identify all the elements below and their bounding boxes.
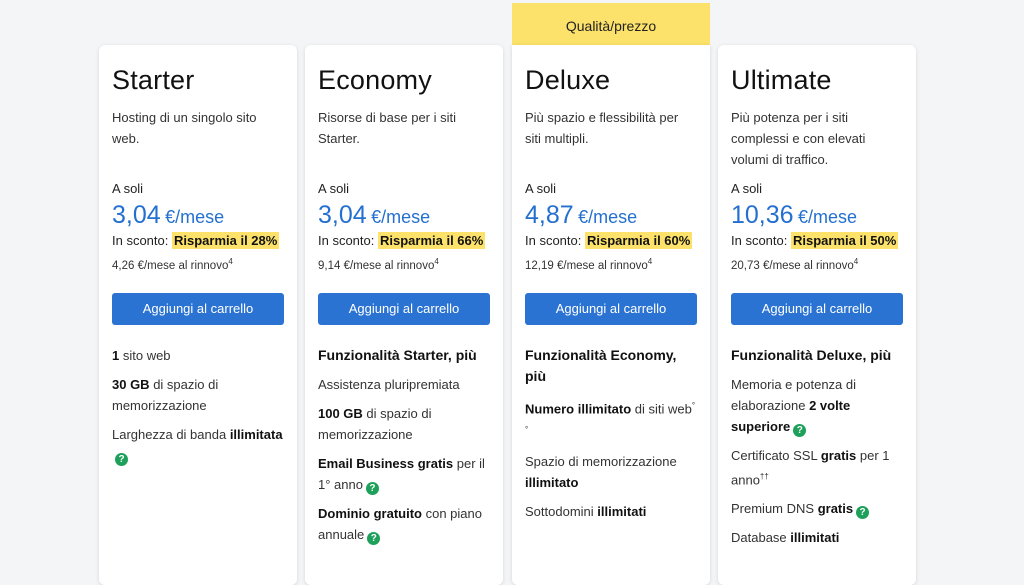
plan-price: 4,87 €/mese (525, 200, 697, 230)
renewal-text: 12,19 €/mese al rinnovo (525, 259, 648, 272)
feature-item: 100 GB di spazio di memorizzazione (318, 405, 432, 442)
question-circle-icon[interactable]: ? (115, 452, 128, 466)
price-unit: €/mese (798, 207, 858, 227)
renewal-price: 20,73 €/mese al rinnovo4 (731, 254, 903, 274)
feature-list: 1 sito web 30 GB di spazio di memorizzaz… (112, 345, 284, 466)
feature-item: Spazio di memorizzazione illimitato (525, 454, 677, 491)
feature-item: Memoria e potenza di elaborazione 2 volt… (731, 376, 857, 437)
plan-price: 3,04 €/mese (112, 200, 284, 230)
ribbon-label: Qualità/prezzo (565, 18, 657, 34)
discount-label: In sconto: (318, 233, 375, 248)
add-to-cart-button-deluxe[interactable]: Aggiungi al carrello (525, 292, 697, 325)
feature-item: 30 GB di spazio di memorizzazione (112, 376, 219, 413)
feature-item: Assistenza pluripremiata (318, 376, 460, 392)
question-circle-icon[interactable]: ? (367, 531, 381, 545)
renewal-text: 9,14 €/mese al rinnovo (318, 259, 435, 272)
renewal-price: 12,19 €/mese al rinnovo4 (525, 254, 697, 274)
price-amount: 3,04 (318, 201, 367, 229)
price-prefix: A soli (731, 181, 763, 196)
plan-price: 10,36 €/mese (731, 200, 903, 230)
feature-item: Premium DNS gratis? (731, 498, 903, 520)
discount-line: In sconto: Risparmia il 66% (318, 232, 490, 250)
price-prefix: A soli (112, 181, 144, 196)
plan-description: Più spazio e flessibilità per siti multi… (525, 110, 679, 146)
feature-list: Funzionalità Starter, più Assistenza plu… (318, 345, 490, 545)
question-circle-icon[interactable]: ? (365, 481, 379, 495)
plan-description: Risorse di base per i siti Starter. (318, 110, 456, 146)
feature-heading: Funzionalità Deluxe, più (731, 346, 892, 363)
price-prefix: A soli (525, 181, 557, 196)
add-to-cart-button-economy[interactable]: Aggiungi al carrello (318, 292, 490, 325)
best-value-ribbon: Qualità/prezzo (512, 3, 710, 52)
plan-card-economy: Economy Risorse di base per i siti Start… (305, 45, 503, 585)
savings-badge: Risparmia il 66% (378, 232, 486, 249)
feature-heading: Funzionalità Starter, più (318, 346, 477, 363)
renewal-price: 9,14 €/mese al rinnovo4 (318, 254, 490, 274)
price-unit: €/mese (578, 207, 638, 227)
add-to-cart-button-ultimate[interactable]: Aggiungi al carrello (731, 292, 903, 325)
price-amount: 3,04 (112, 201, 161, 229)
feature-item: 1 sito web (112, 347, 171, 363)
savings-badge: Risparmia il 28% (172, 232, 280, 249)
price-amount: 4,87 (525, 201, 574, 229)
renewal-footnote: 4 (647, 257, 653, 266)
price-unit: €/mese (371, 207, 431, 227)
feature-item: Certificato SSL gratis per 1 anno†† (731, 447, 890, 488)
plan-description: Più potenza per i siti complessi e con e… (731, 110, 866, 167)
feature-item: Database illimitati (731, 530, 840, 546)
renewal-text: 4,26 €/mese al rinnovo (112, 259, 229, 272)
discount-label: In sconto: (731, 233, 788, 248)
renewal-price: 4,26 €/mese al rinnovo4 (112, 254, 284, 274)
plan-description: Hosting di un singolo sito web. (112, 110, 257, 146)
feature-list: Funzionalità Deluxe, più Memoria e poten… (731, 345, 903, 548)
price-unit: €/mese (165, 207, 225, 227)
discount-line: In sconto: Risparmia il 50% (731, 232, 903, 250)
discount-label: In sconto: (112, 233, 169, 248)
renewal-footnote: 4 (434, 257, 439, 266)
plan-name: Starter (112, 65, 195, 95)
savings-badge: Risparmia il 60% (585, 232, 693, 249)
feature-item: Numero illimitato di siti web°° (525, 400, 696, 435)
discount-label: In sconto: (525, 233, 582, 248)
question-circle-icon[interactable]: ? (793, 423, 807, 437)
add-to-cart-button-starter[interactable]: Aggiungi al carrello (112, 292, 284, 325)
feature-item: Sottodomini illimitati (525, 504, 647, 520)
discount-line: In sconto: Risparmia il 60% (525, 232, 697, 250)
question-circle-icon[interactable]: ? (856, 506, 870, 520)
plan-card-starter: Starter Hosting di un singolo sito web. … (99, 45, 297, 585)
feature-item: Dominio gratuito con piano annuale? (318, 505, 482, 545)
savings-badge: Risparmia il 50% (791, 232, 899, 249)
price-amount: 10,36 (731, 201, 794, 229)
plan-name: Ultimate (731, 65, 832, 95)
plan-name: Deluxe (525, 65, 611, 95)
renewal-footnote: 4 (853, 257, 859, 266)
feature-item: Larghezza di banda illimitata? (112, 426, 283, 466)
plan-price: 3,04 €/mese (318, 200, 490, 230)
feature-list: Funzionalità Economy, più Numero illimit… (525, 345, 697, 523)
renewal-text: 20,73 €/mese al rinnovo (731, 259, 854, 272)
plan-name: Economy (318, 65, 432, 95)
renewal-footnote: 4 (228, 257, 233, 266)
price-prefix: A soli (318, 181, 350, 196)
feature-heading: Funzionalità Economy, più (525, 346, 677, 384)
plan-card-ultimate: Ultimate Più potenza per i siti compless… (718, 45, 916, 585)
plan-card-deluxe: Deluxe Più spazio e flessibilità per sit… (512, 45, 710, 585)
discount-line: In sconto: Risparmia il 28% (112, 232, 284, 250)
feature-item: Email Business gratis per il 1° anno? (318, 455, 485, 495)
